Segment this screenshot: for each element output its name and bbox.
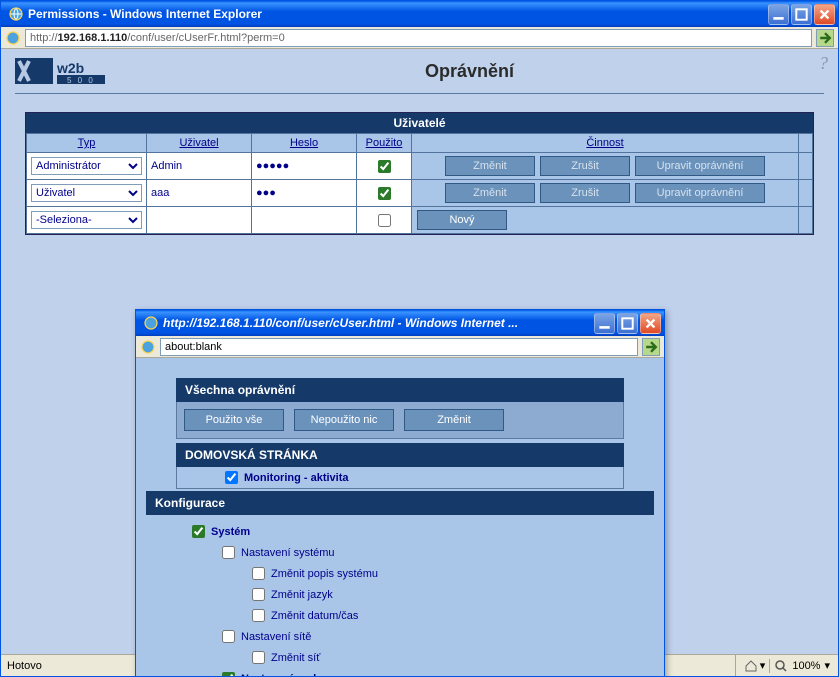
page-body: w2b5 0 0 Oprávnění ? Uživatelé Typ Uživa… <box>1 49 838 676</box>
popup-address-input[interactable]: about:blank <box>160 338 638 356</box>
ie-icon <box>143 315 159 331</box>
content-viewport: w2b5 0 0 Oprávnění ? Uživatelé Typ Uživa… <box>1 49 838 676</box>
use-none-button[interactable]: Nepoužito nic <box>294 409 394 431</box>
use-all-button[interactable]: Použito vše <box>184 409 284 431</box>
col-spacer <box>799 134 813 153</box>
change-button[interactable]: Změnit <box>445 183 535 203</box>
perm-tree: Systém Nastavení systému Změnit popis sy… <box>146 515 654 676</box>
close-button[interactable] <box>814 4 835 25</box>
type-select[interactable]: -Seleziona- <box>31 211 142 229</box>
tree-label: Nastavení systému <box>241 547 335 559</box>
header-divider <box>15 93 824 94</box>
tree-label: Změnit popis systému <box>271 568 378 580</box>
used-checkbox[interactable] <box>378 187 391 200</box>
used-checkbox[interactable] <box>378 214 391 227</box>
col-password[interactable]: Heslo <box>252 134 357 153</box>
go-button[interactable] <box>816 29 834 47</box>
svg-text:w2b: w2b <box>56 60 84 76</box>
popup-body: Všechna oprávnění Použito vše Nepoužito … <box>136 358 664 676</box>
cancel-button[interactable]: Zrušit <box>540 183 630 203</box>
popup-window: http://192.168.1.110/conf/user/cUser.htm… <box>135 309 665 676</box>
tree-checkbox[interactable] <box>252 588 265 601</box>
col-user[interactable]: Uživatel <box>147 134 252 153</box>
address-bar: http://192.168.1.110/conf/user/cUserFr.h… <box>1 27 838 49</box>
popup-minimize-button[interactable] <box>594 313 615 334</box>
tree-checkbox[interactable] <box>222 630 235 643</box>
edit-perm-button[interactable]: Upravit oprávnění <box>635 156 765 176</box>
help-icon[interactable]: ? <box>819 53 828 74</box>
logo: w2b5 0 0 <box>15 55 115 87</box>
home-dropdown-icon[interactable]: ▾ <box>744 659 766 673</box>
tree-label: Nastavení nodemu <box>241 673 339 677</box>
password-cell[interactable]: ●●●●● <box>256 160 289 172</box>
type-select[interactable]: Administrátor <box>31 157 142 175</box>
new-button[interactable]: Nový <box>417 210 507 230</box>
main-window-title: Permissions - Windows Internet Explorer <box>28 7 766 21</box>
used-checkbox[interactable] <box>378 160 391 173</box>
home-item-row: Monitoring - aktivita <box>176 467 624 489</box>
tree-checkbox[interactable] <box>252 609 265 622</box>
edit-perm-button[interactable]: Upravit oprávnění <box>635 183 765 203</box>
col-used[interactable]: Použito <box>357 134 412 153</box>
tree-label: Změnit síť <box>271 652 320 664</box>
home-item-checkbox[interactable] <box>225 471 238 484</box>
perm-button-row: Použito vše Nepoužito nic Změnit <box>176 402 624 439</box>
page-title: Oprávnění <box>115 61 824 82</box>
cancel-button[interactable]: Zrušit <box>540 156 630 176</box>
col-action[interactable]: Činnost <box>412 134 799 153</box>
tree-label: Systém <box>211 526 250 538</box>
change-button[interactable]: Změnit <box>445 156 535 176</box>
users-section: Uživatelé Typ Uživatel Heslo Použito Čin… <box>25 112 814 235</box>
config-section-head: Konfigurace <box>146 491 654 515</box>
popup-titlebar: http://192.168.1.110/conf/user/cUser.htm… <box>136 310 664 336</box>
status-tools: ▾ 100% ▾ <box>735 655 838 676</box>
user-cell[interactable]: aaa <box>151 187 169 199</box>
home-item-label: Monitoring - aktivita <box>244 472 349 484</box>
home-section-head: DOMOVSKÁ STRÁNKA <box>176 443 624 467</box>
main-titlebar: Permissions - Windows Internet Explorer <box>1 1 838 27</box>
table-header-row: Typ Uživatel Heslo Použito Činnost <box>27 134 813 153</box>
maximize-button[interactable] <box>791 4 812 25</box>
tree-label: Změnit datum/čas <box>271 610 358 622</box>
url-prefix: http:// <box>30 32 58 44</box>
all-perm-head: Všechna oprávnění <box>176 378 624 402</box>
main-ie-window: Permissions - Windows Internet Explorer … <box>0 0 839 677</box>
tree-label: Změnit jazyk <box>271 589 333 601</box>
minimize-button[interactable] <box>768 4 789 25</box>
users-section-title: Uživatelé <box>26 113 813 133</box>
users-table: Typ Uživatel Heslo Použito Činnost Admin… <box>26 133 813 234</box>
table-row: -Seleziona- Nový <box>27 207 813 234</box>
url-rest: /conf/user/cUserFr.html?perm=0 <box>127 32 284 44</box>
tree-checkbox[interactable] <box>222 546 235 559</box>
table-row: Administrátor Admin ●●●●● Změnit Zrušit … <box>27 153 813 180</box>
popup-go-button[interactable] <box>642 338 660 356</box>
tree-checkbox[interactable] <box>252 567 265 580</box>
zoom-level[interactable]: 100% <box>792 660 820 672</box>
ie-page-icon <box>5 30 21 46</box>
type-select[interactable]: Uživatel <box>31 184 142 202</box>
magnifier-icon[interactable] <box>774 659 788 673</box>
col-type[interactable]: Typ <box>27 134 147 153</box>
tree-label: Nastavení sítě <box>241 631 311 643</box>
status-text: Hotovo <box>1 655 141 676</box>
popup-window-title: http://192.168.1.110/conf/user/cUser.htm… <box>163 316 592 330</box>
table-row: Uživatel aaa ●●● Změnit Zrušit Upravit o… <box>27 180 813 207</box>
tree-checkbox[interactable] <box>192 525 205 538</box>
popup-maximize-button[interactable] <box>617 313 638 334</box>
tree-checkbox[interactable] <box>252 651 265 664</box>
url-host: 192.168.1.110 <box>58 32 128 44</box>
svg-text:5 0 0: 5 0 0 <box>67 76 95 85</box>
popup-close-button[interactable] <box>640 313 661 334</box>
password-cell[interactable]: ●●● <box>256 187 276 199</box>
user-cell[interactable]: Admin <box>151 160 182 172</box>
ie-page-icon <box>140 339 156 355</box>
page-header: w2b5 0 0 Oprávnění ? <box>1 49 838 87</box>
zoom-dropdown-icon[interactable]: ▾ <box>824 659 830 672</box>
perm-change-button[interactable]: Změnit <box>404 409 504 431</box>
tree-checkbox[interactable] <box>222 672 235 676</box>
address-input[interactable]: http://192.168.1.110/conf/user/cUserFr.h… <box>25 29 812 47</box>
popup-address-bar: about:blank <box>136 336 664 358</box>
ie-icon <box>8 6 24 22</box>
